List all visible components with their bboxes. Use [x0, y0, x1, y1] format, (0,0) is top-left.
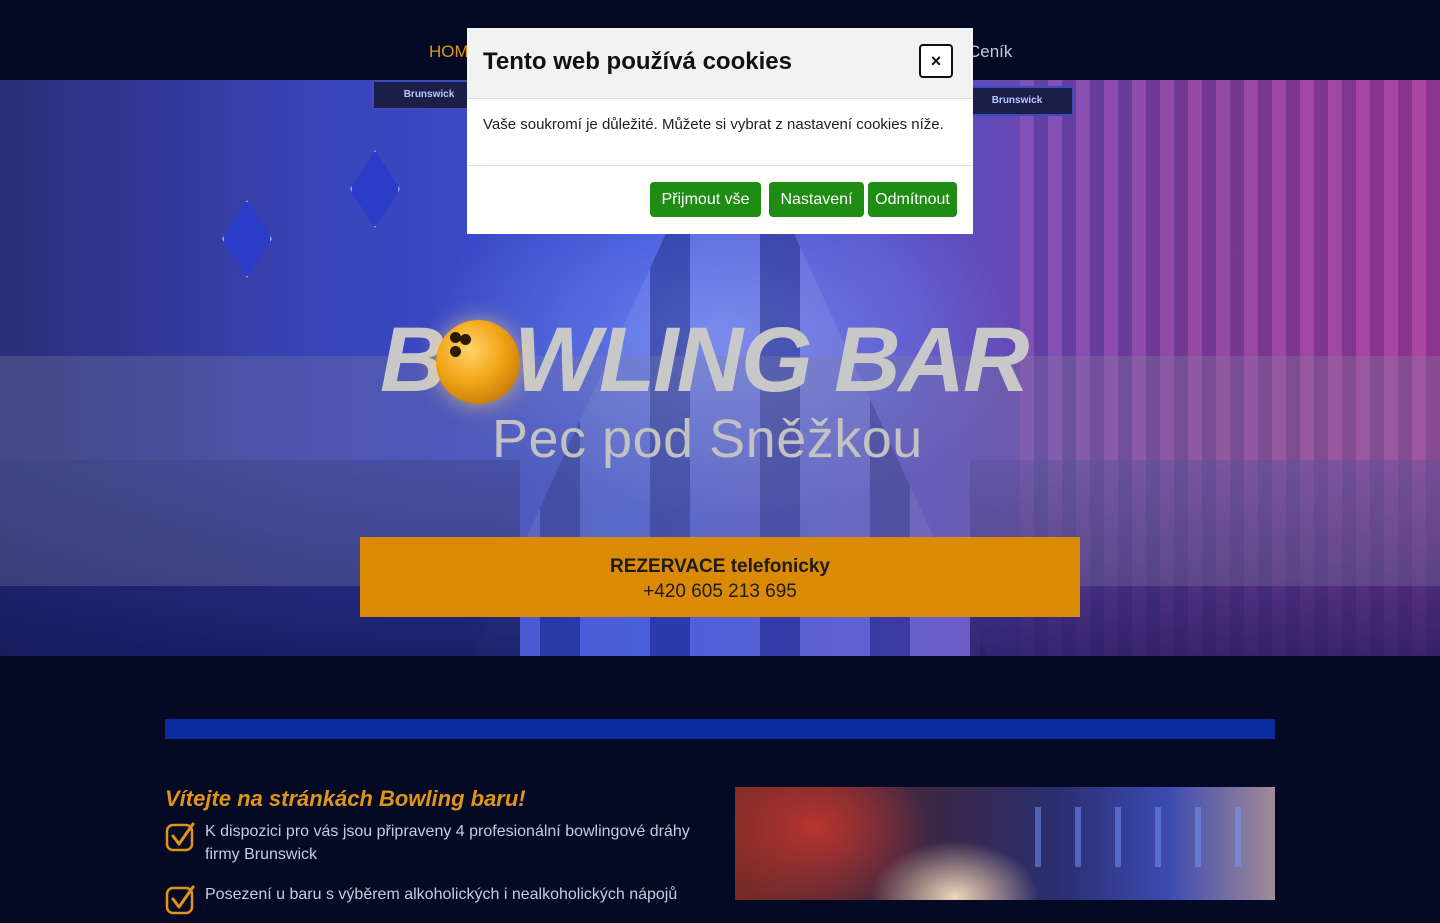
close-button[interactable]: × — [919, 44, 953, 78]
cookie-dialog-title: Tento web používá cookies — [483, 48, 792, 75]
cookie-dialog: Tento web používá cookies × Vaše soukrom… — [467, 28, 973, 234]
reject-button[interactable]: Odmítnout — [868, 182, 957, 217]
accept-all-button[interactable]: Přijmout vše — [650, 182, 761, 217]
cookie-dialog-header: Tento web používá cookies × — [467, 28, 973, 99]
cookie-dialog-message: Vaše soukromí je důležité. Můžete si vyb… — [483, 116, 944, 133]
divider — [467, 165, 973, 166]
cookie-settings-button[interactable]: Nastavení — [769, 182, 864, 217]
